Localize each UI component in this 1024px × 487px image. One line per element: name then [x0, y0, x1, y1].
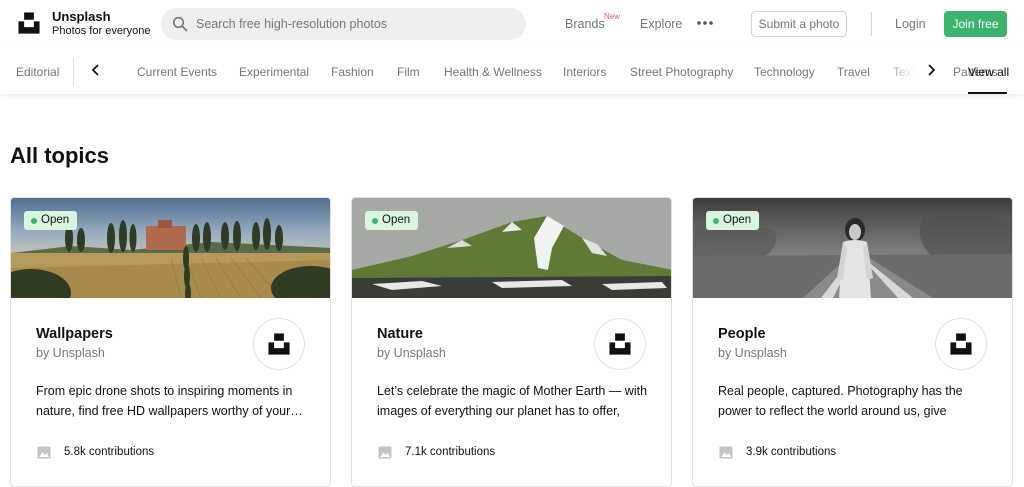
topic-fashion[interactable]: Fashion	[331, 65, 374, 79]
unsplash-logo-icon	[609, 333, 631, 355]
status-label: Open	[723, 214, 752, 226]
view-all-underline	[968, 92, 1007, 94]
brand-name[interactable]: Unsplash	[52, 9, 111, 24]
card-title[interactable]: Nature	[377, 326, 423, 342]
topic-experimental[interactable]: Experimental	[239, 65, 309, 79]
topic-technology[interactable]: Technology	[754, 65, 815, 79]
topic-nav: Editorial Current Events Experimental Fa…	[0, 48, 1024, 94]
unsplash-logo-icon	[950, 333, 972, 355]
topic-film[interactable]: Film	[397, 65, 420, 79]
header-divider	[871, 12, 872, 36]
author-avatar[interactable]	[253, 318, 305, 370]
nav-brands-link[interactable]: Brands	[565, 17, 605, 31]
page-title: All topics	[10, 143, 110, 168]
status-label: Open	[382, 214, 411, 226]
topic-interiors[interactable]: Interiors	[563, 65, 606, 79]
new-badge: New	[604, 12, 621, 21]
image-icon	[378, 446, 392, 459]
status-badge: Open	[706, 211, 760, 230]
status-dot-icon	[713, 217, 719, 224]
card-author[interactable]: by Unsplash	[377, 346, 446, 360]
topic-street-photography[interactable]: Street Photography	[630, 65, 733, 79]
image-icon	[37, 446, 51, 459]
topic-card-people[interactable]: Open People by Unsplash Real people, cap…	[692, 197, 1013, 487]
status-label: Open	[41, 214, 70, 226]
chevron-left-icon[interactable]	[90, 63, 102, 77]
login-link[interactable]: Login	[895, 17, 926, 31]
unsplash-logo-icon	[268, 333, 290, 355]
status-dot-icon	[372, 217, 378, 224]
card-description: Real people, captured. Photography has t…	[718, 384, 963, 418]
topic-current-events[interactable]: Current Events	[137, 65, 217, 79]
contributions-count: 3.9k contributions	[746, 446, 837, 458]
more-icon[interactable]	[696, 20, 714, 26]
card-author[interactable]: by Unsplash	[36, 346, 105, 360]
join-free-button[interactable]: Join free	[944, 11, 1007, 37]
topic-card-wallpapers[interactable]: Open Wallpapers by Unsplash From epic dr…	[10, 197, 331, 487]
card-title[interactable]: People	[718, 326, 766, 342]
top-header: Unsplash Photos for everyone Brands New …	[0, 0, 1024, 48]
author-avatar[interactable]	[594, 318, 646, 370]
search-icon[interactable]	[172, 16, 188, 32]
status-dot-icon	[31, 217, 37, 224]
card-description: Let’s celebrate the magic of Mother Eart…	[377, 384, 648, 418]
search-input[interactable]	[196, 8, 516, 40]
image-icon	[719, 446, 733, 459]
chevron-right-icon[interactable]	[925, 63, 937, 77]
topic-health-wellness[interactable]: Health & Wellness	[444, 65, 542, 79]
submit-photo-button[interactable]: Submit a photo	[751, 11, 847, 37]
status-badge: Open	[365, 211, 419, 230]
topic-travel[interactable]: Travel	[837, 65, 870, 79]
topic-card-nature[interactable]: Open Nature by Unsplash Let’s celebrate …	[351, 197, 672, 487]
brand-tagline: Photos for everyone	[52, 25, 151, 37]
topic-editorial[interactable]: Editorial	[16, 65, 59, 79]
topic-divider	[73, 58, 74, 86]
author-avatar[interactable]	[935, 318, 987, 370]
unsplash-logo-icon[interactable]	[16, 10, 42, 36]
contributions-count: 7.1k contributions	[405, 446, 496, 458]
status-badge: Open	[24, 211, 78, 230]
scroll-fade-right	[880, 48, 950, 94]
nav-explore-link[interactable]: Explore	[640, 17, 682, 31]
card-author[interactable]: by Unsplash	[718, 346, 787, 360]
card-description: From epic drone shots to inspiring momen…	[36, 384, 303, 418]
contributions-count: 5.8k contributions	[64, 446, 155, 458]
view-all-link[interactable]: View all	[968, 65, 1009, 79]
card-title[interactable]: Wallpapers	[36, 326, 113, 342]
